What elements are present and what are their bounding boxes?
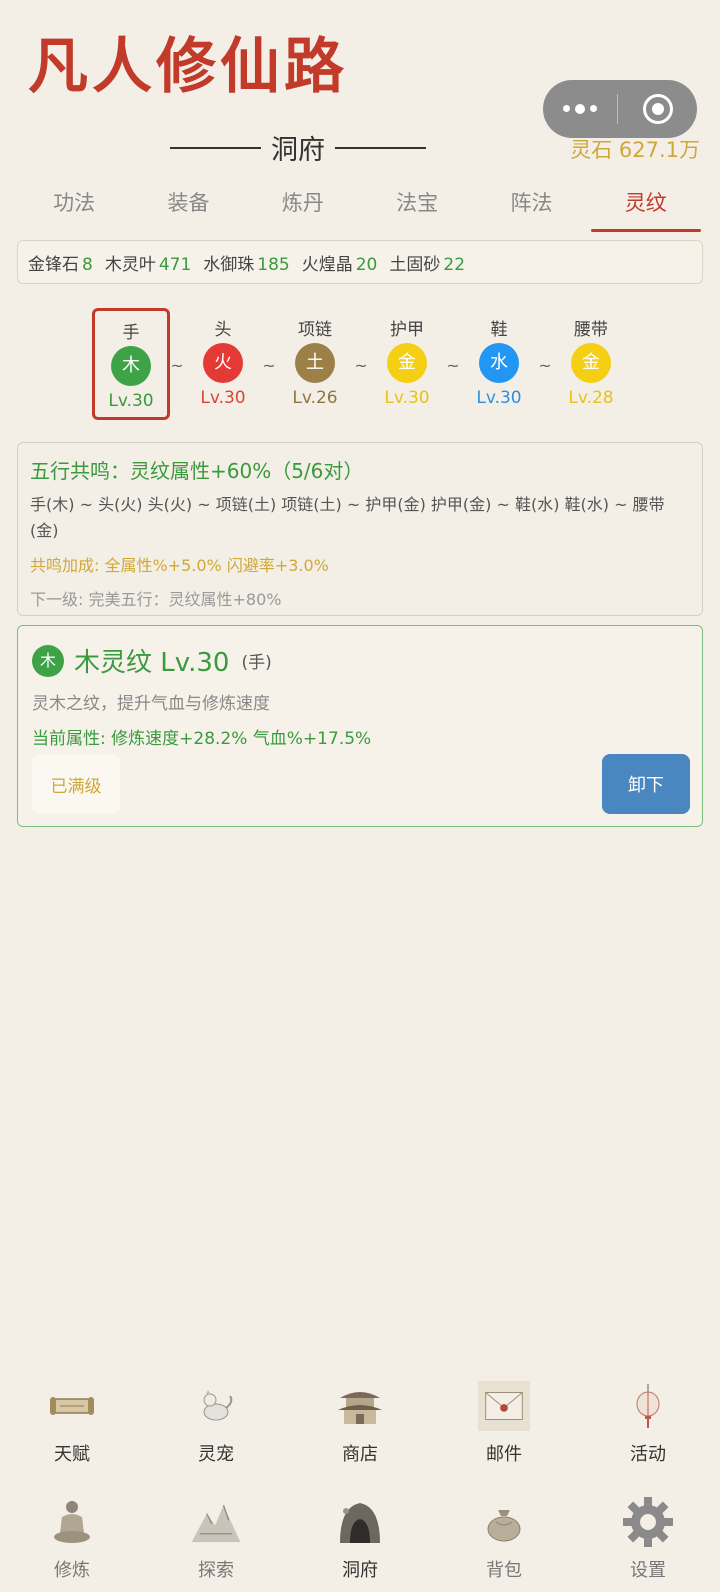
max-level-button[interactable]: 已满级 [32, 754, 120, 814]
slot-label: 鞋 [490, 320, 508, 340]
material-item: 火煌晶 20 [301, 254, 378, 275]
slot-separator: ~ [538, 356, 552, 375]
slot-label: 头 [214, 320, 232, 340]
tab-formation[interactable]: 阵法 [474, 180, 588, 232]
materials-bar: 金锋石 8 木灵叶 471 水御珠 185 火煌晶 20 土固砂 22 [17, 240, 703, 284]
slot-separator: ~ [262, 356, 276, 375]
envelope-icon [478, 1380, 530, 1432]
tab-artifact[interactable]: 法宝 [360, 180, 474, 232]
spirit-stone-balance: 灵石 627.1万 [570, 138, 700, 162]
slot-label: 腰带 [574, 320, 608, 340]
element-badge: 金 [387, 343, 427, 383]
slot-separator: ~ [446, 356, 460, 375]
slot-level: Lv.26 [292, 388, 338, 408]
slot-separator: ~ [354, 356, 368, 375]
feature-nav: 天赋 灵宠 商店 邮件 活动 [0, 1380, 720, 1466]
resonance-pairs: 手(木) ~ 头(火) 头(火) ~ 项链(土) 项链(土) ~ 护甲(金) 护… [30, 495, 665, 540]
pattern-description: 灵木之纹，提升气血与修炼速度 [32, 694, 270, 714]
slot-level: Lv.30 [384, 388, 430, 408]
bag-icon [478, 1496, 530, 1548]
pattern-name: 木灵纹 Lv.30 [74, 648, 230, 678]
nav-shop[interactable]: 商店 [288, 1380, 432, 1466]
slot-shoes[interactable]: 鞋 水 Lv.30 [460, 308, 538, 420]
resonance-title: 五行共鸣：灵纹属性+60%（5/6对） [30, 459, 364, 483]
nav-talent[interactable]: 天赋 [0, 1380, 144, 1466]
gear-icon [622, 1496, 674, 1548]
target-icon[interactable] [618, 94, 697, 124]
pattern-slots: 手 木 Lv.30 ~ 头 火 Lv.30 ~ 项链 土 Lv.26 ~ 护甲 … [92, 308, 632, 420]
tab-bar: 功法 装备 炼丹 法宝 阵法 灵纹 [17, 180, 703, 232]
resonance-panel: 五行共鸣：灵纹属性+60%（5/6对） 手(木) ~ 头(火) 头(火) ~ 项… [17, 442, 703, 616]
slot-label: 手 [122, 323, 140, 343]
lantern-icon [622, 1380, 674, 1432]
pavilion-icon [334, 1380, 386, 1432]
tab-equipment[interactable]: 装备 [131, 180, 245, 232]
element-badge: 金 [571, 343, 611, 383]
slot-necklace[interactable]: 项链 土 Lv.26 [276, 308, 354, 420]
element-badge: 木 [111, 346, 151, 386]
slot-label: 项链 [298, 320, 332, 340]
section-title: 洞府 [271, 135, 325, 166]
element-badge: 土 [295, 343, 335, 383]
unload-button[interactable]: 卸下 [602, 754, 690, 814]
resonance-next-level: 下一级: 完美五行：灵纹属性+80% [30, 590, 282, 609]
mini-program-capsule[interactable] [543, 80, 697, 138]
nav-settings[interactable]: 设置 [576, 1496, 720, 1582]
nav-event[interactable]: 活动 [576, 1380, 720, 1466]
mountain-icon [190, 1496, 242, 1548]
slot-level: Lv.30 [476, 388, 522, 408]
material-item: 土固砂 22 [389, 254, 466, 275]
tab-alchemy[interactable]: 炼丹 [246, 180, 360, 232]
pattern-attributes: 当前属性: 修炼速度+28.2% 气血%+17.5% [32, 729, 372, 749]
slot-armor[interactable]: 护甲 金 Lv.30 [368, 308, 446, 420]
material-item: 木灵叶 471 [104, 254, 192, 275]
slot-level: Lv.30 [200, 388, 246, 408]
element-badge: 火 [203, 343, 243, 383]
pet-icon [190, 1380, 242, 1432]
pattern-detail-card: 木 木灵纹 Lv.30 (手) 灵木之纹，提升气血与修炼速度 当前属性: 修炼速… [17, 625, 703, 827]
cave-icon [334, 1496, 386, 1548]
slot-level: Lv.28 [568, 388, 614, 408]
scroll-icon [46, 1380, 98, 1432]
wood-element-icon: 木 [32, 644, 64, 677]
app-title: 凡人修仙路 [28, 32, 348, 102]
tab-spirit-pattern[interactable]: 灵纹 [589, 180, 703, 232]
more-dots-icon[interactable] [543, 103, 617, 114]
nav-pet[interactable]: 灵宠 [144, 1380, 288, 1466]
slot-label: 护甲 [390, 320, 424, 340]
slot-belt[interactable]: 腰带 金 Lv.28 [552, 308, 630, 420]
nav-cave[interactable]: 洞府 [288, 1496, 432, 1582]
main-tab-bar: 修炼 探索 洞府 背包 设置 [0, 1496, 720, 1582]
slot-separator: ~ [170, 356, 184, 375]
nav-cultivate[interactable]: 修炼 [0, 1496, 144, 1582]
resonance-bonus: 共鸣加成: 全属性%+5.0% 闪避率+3.0% [30, 556, 329, 575]
material-item: 水御珠 185 [203, 254, 290, 275]
nav-explore[interactable]: 探索 [144, 1496, 288, 1582]
section-heading: 洞府 [170, 128, 426, 167]
nav-bag[interactable]: 背包 [432, 1496, 576, 1582]
element-badge: 水 [479, 343, 519, 383]
material-item: 金锋石 8 [28, 254, 93, 275]
heading-line-left [170, 146, 261, 149]
slot-level: Lv.30 [108, 391, 154, 411]
pattern-slot: (手) [241, 653, 272, 673]
slot-hand[interactable]: 手 木 Lv.30 [92, 308, 170, 420]
meditation-icon [46, 1496, 98, 1548]
slot-head[interactable]: 头 火 Lv.30 [184, 308, 262, 420]
nav-mail[interactable]: 邮件 [432, 1380, 576, 1466]
heading-line-right [335, 146, 426, 149]
tab-gongfa[interactable]: 功法 [17, 180, 131, 232]
